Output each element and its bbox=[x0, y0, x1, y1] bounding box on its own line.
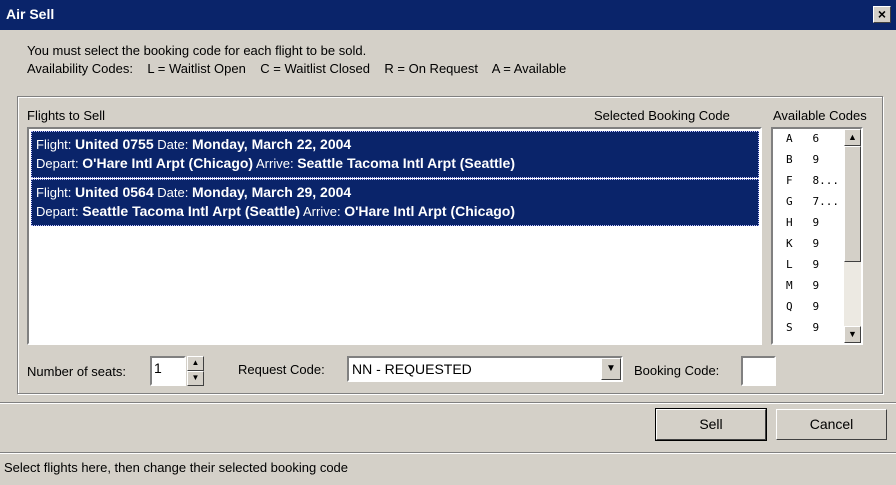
title-bar[interactable]: Air Sell × bbox=[0, 0, 896, 30]
code-seats: 9 bbox=[812, 300, 820, 313]
available-codes-list[interactable]: A 6 B 9 F 8... G 7... H 9 K 9 L 9 M 9 Q … bbox=[771, 127, 863, 345]
code-seats: 9 bbox=[812, 258, 820, 271]
code-seats: 9 bbox=[812, 216, 820, 229]
flights-to-sell-header: Flights to Sell bbox=[27, 108, 106, 123]
depart-label: Depart: bbox=[36, 204, 79, 219]
availability-legend: Availability Codes: L = Waitlist Open C … bbox=[27, 61, 567, 76]
spin-down-icon[interactable]: ▼ bbox=[187, 371, 204, 386]
seats-stepper[interactable]: ▲ ▼ bbox=[187, 356, 204, 386]
date-label: Date: bbox=[157, 137, 189, 152]
divider bbox=[0, 452, 896, 454]
request-code-value: NN - REQUESTED bbox=[352, 361, 472, 377]
code-seats: 9 bbox=[812, 153, 820, 166]
depart-label: Depart: bbox=[36, 156, 79, 171]
code-row[interactable]: S 9 bbox=[786, 321, 819, 334]
window-title: Air Sell bbox=[6, 6, 55, 22]
code-row[interactable]: B 9 bbox=[786, 153, 819, 166]
scrollbar-thumb[interactable] bbox=[844, 146, 861, 262]
code-row[interactable]: F 8... bbox=[786, 174, 839, 187]
status-text: Select flights here, then change their s… bbox=[4, 460, 349, 475]
arrive-airport: O'Hare Intl Arpt (Chicago) bbox=[344, 203, 516, 219]
flight-item[interactable]: Flight: United 0564 Date: Monday, March … bbox=[31, 179, 759, 226]
code-seats: 7... bbox=[812, 195, 840, 208]
code-letter: B bbox=[786, 153, 793, 166]
depart-airport: Seattle Tacoma Intl Arpt (Seattle) bbox=[82, 203, 301, 219]
code-seats: 9 bbox=[812, 237, 820, 250]
scroll-down-icon[interactable]: ▼ bbox=[844, 326, 861, 343]
code-row[interactable]: G 7... bbox=[786, 195, 839, 208]
code-letter: Q bbox=[786, 300, 793, 313]
dropdown-arrow-icon[interactable]: ▼ bbox=[601, 358, 621, 380]
code-row[interactable]: A 6 bbox=[786, 132, 819, 145]
flight-date: Monday, March 22, 2004 bbox=[191, 136, 352, 152]
code-letter: G bbox=[786, 195, 793, 208]
code-row[interactable]: Q 9 bbox=[786, 300, 819, 313]
codes-scrollbar[interactable]: ▲ ▼ bbox=[844, 129, 861, 343]
code-letter: S bbox=[786, 321, 793, 334]
code-letter: L bbox=[786, 258, 793, 271]
code-seats: 9 bbox=[812, 321, 820, 334]
code-letter: K bbox=[786, 237, 793, 250]
instruction-text: You must select the booking code for eac… bbox=[27, 43, 367, 58]
code-row[interactable]: M 9 bbox=[786, 279, 819, 292]
arrive-label: Arrive: bbox=[303, 204, 341, 219]
code-seats: 8... bbox=[812, 174, 840, 187]
code-letter: F bbox=[786, 174, 793, 187]
code-letter: A bbox=[786, 132, 793, 145]
request-code-select[interactable]: NN - REQUESTED ▼ bbox=[347, 356, 623, 382]
date-label: Date: bbox=[157, 185, 189, 200]
flight-label: Flight: bbox=[36, 137, 72, 152]
spin-up-icon[interactable]: ▲ bbox=[187, 356, 204, 371]
code-seats: 6 bbox=[812, 132, 820, 145]
flights-list[interactable]: Flight: United 0755 Date: Monday, March … bbox=[27, 127, 762, 345]
code-letter: H bbox=[786, 216, 793, 229]
code-row[interactable]: L 9 bbox=[786, 258, 819, 271]
sell-button[interactable]: Sell bbox=[655, 408, 767, 441]
booking-code-label: Booking Code: bbox=[634, 363, 720, 378]
code-letter: M bbox=[786, 279, 793, 292]
code-seats: 9 bbox=[812, 279, 820, 292]
available-codes-header: Available Codes bbox=[773, 108, 867, 123]
flight-number: United 0755 bbox=[75, 136, 154, 152]
air-sell-dialog: Air Sell × You must select the booking c… bbox=[0, 0, 896, 485]
arrive-label: Arrive: bbox=[256, 156, 294, 171]
selected-booking-code-header: Selected Booking Code bbox=[594, 108, 730, 123]
seats-input[interactable]: 1 bbox=[150, 356, 186, 386]
arrive-airport: Seattle Tacoma Intl Arpt (Seattle) bbox=[297, 155, 516, 171]
status-bar: Select flights here, then change their s… bbox=[0, 456, 896, 485]
flight-item[interactable]: Flight: United 0755 Date: Monday, March … bbox=[31, 131, 759, 178]
divider bbox=[0, 402, 896, 404]
scroll-up-icon[interactable]: ▲ bbox=[844, 129, 861, 146]
booking-code-input[interactable] bbox=[741, 356, 776, 386]
seats-label: Number of seats: bbox=[27, 364, 126, 379]
code-row[interactable]: K 9 bbox=[786, 237, 819, 250]
flight-date: Monday, March 29, 2004 bbox=[191, 184, 352, 200]
request-code-label: Request Code: bbox=[238, 362, 325, 377]
close-icon[interactable]: × bbox=[873, 6, 891, 23]
flight-label: Flight: bbox=[36, 185, 72, 200]
depart-airport: O'Hare Intl Arpt (Chicago) bbox=[82, 155, 254, 171]
code-row[interactable]: H 9 bbox=[786, 216, 819, 229]
cancel-button[interactable]: Cancel bbox=[776, 409, 887, 440]
flight-number: United 0564 bbox=[75, 184, 154, 200]
